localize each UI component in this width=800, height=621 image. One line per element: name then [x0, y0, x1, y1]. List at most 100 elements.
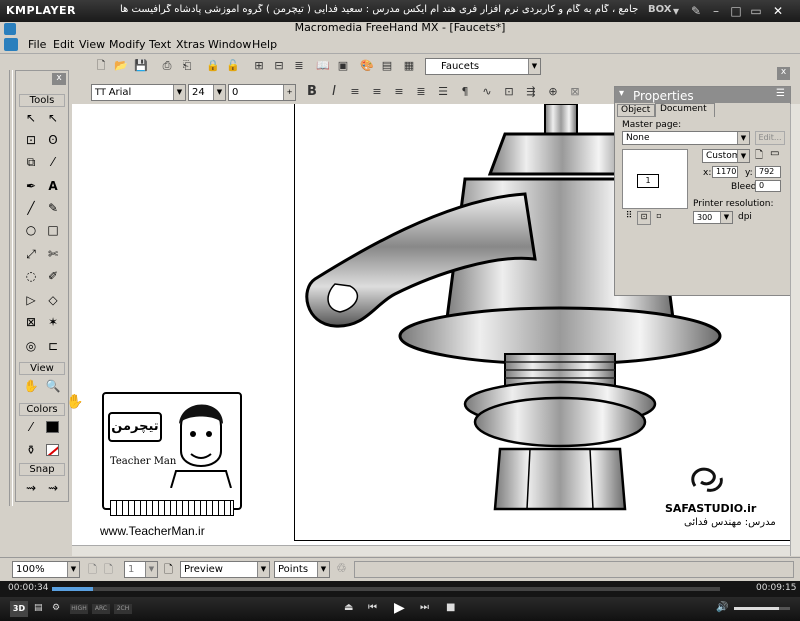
- menu-window[interactable]: Window: [208, 38, 251, 51]
- envelope-icon[interactable]: ⊠: [22, 313, 40, 331]
- fill-text-icon[interactable]: ⊠: [566, 83, 584, 101]
- freeform-icon[interactable]: ◌: [22, 267, 40, 285]
- menu-edit[interactable]: Edit: [53, 38, 74, 51]
- pointer-icon[interactable]: ↖: [22, 109, 40, 127]
- panel-options-icon[interactable]: ☰: [776, 88, 785, 99]
- extrude-icon[interactable]: ▷: [22, 291, 40, 309]
- stroke-color-icon[interactable]: ⁄: [22, 418, 40, 436]
- menu-file[interactable]: File: [28, 38, 46, 51]
- hand-icon[interactable]: ✋: [22, 377, 40, 395]
- subselect-icon[interactable]: ↖: [44, 109, 62, 127]
- snap-point-icon[interactable]: ⇝: [22, 479, 40, 497]
- view-mode-select[interactable]: Preview ▼: [180, 561, 270, 578]
- page-nav-icon[interactable]: 🗋: [104, 561, 113, 580]
- x-field[interactable]: 1170: [712, 166, 738, 178]
- next-page-icon[interactable]: 🗋: [164, 561, 173, 580]
- remove-page-icon[interactable]: ▫: [652, 211, 666, 225]
- convert-outlines-icon[interactable]: ⊡: [500, 83, 518, 101]
- page-tool-icon[interactable]: ⊡: [22, 131, 40, 149]
- menu-icon[interactable]: ▾: [668, 3, 684, 19]
- trace-icon[interactable]: ⧉: [22, 153, 40, 171]
- tab-object[interactable]: Object: [617, 104, 655, 117]
- y-field[interactable]: 792: [755, 166, 781, 178]
- bleed-field[interactable]: 0: [755, 180, 781, 192]
- font-select[interactable]: TT Arial ▼: [91, 84, 186, 101]
- page-select[interactable]: 1 ▼: [124, 561, 158, 578]
- swatches-icon[interactable]: ▤: [378, 57, 396, 75]
- add-page-icon[interactable]: ⠿: [622, 211, 636, 225]
- transform-icon[interactable]: ⊟: [270, 57, 288, 75]
- rectangle-icon[interactable]: □: [44, 221, 62, 239]
- next-icon[interactable]: ⏭: [420, 602, 429, 613]
- landscape-icon[interactable]: ▭: [770, 148, 779, 159]
- brush-icon[interactable]: ✐: [44, 267, 62, 285]
- page-size-select[interactable]: Custom ▼: [702, 149, 750, 163]
- library-icon[interactable]: 📖: [314, 57, 332, 75]
- columns-icon[interactable]: ☰: [434, 83, 452, 101]
- new-icon[interactable]: 🗋: [92, 57, 110, 75]
- page-thumbnail[interactable]: 1: [622, 149, 688, 209]
- eject-icon[interactable]: ⏏: [344, 602, 353, 613]
- pin-icon[interactable]: ✎: [688, 3, 704, 19]
- line-icon[interactable]: ╱: [22, 199, 40, 217]
- scale-icon[interactable]: ⤢: [22, 245, 40, 263]
- menu-xtras[interactable]: Xtras: [176, 38, 205, 51]
- pencil-icon[interactable]: ✎: [44, 199, 62, 217]
- maximize-icon[interactable]: ▭: [748, 3, 764, 19]
- unlock-icon[interactable]: 🔓: [224, 57, 242, 75]
- screen-icon[interactable]: ▦: [400, 57, 418, 75]
- align-icon[interactable]: ⊞: [250, 57, 268, 75]
- align-right-icon[interactable]: ≡: [390, 83, 408, 101]
- ellipse-icon[interactable]: ○: [22, 221, 40, 239]
- menu-view[interactable]: View: [79, 38, 105, 51]
- attach-path-icon[interactable]: ∿: [478, 83, 496, 101]
- pen-icon[interactable]: ✒: [22, 177, 40, 195]
- font-size-select[interactable]: 24 ▼: [188, 84, 226, 101]
- open-icon[interactable]: 📂: [112, 57, 130, 75]
- snap-guide-icon[interactable]: ⇝: [44, 479, 62, 497]
- lock-icon[interactable]: 🔒: [204, 57, 222, 75]
- text-editor-icon[interactable]: ¶: [456, 83, 474, 101]
- save-icon[interactable]: 💾: [132, 57, 150, 75]
- edit-button[interactable]: Edit...: [755, 131, 785, 145]
- minimize-icon[interactable]: –: [708, 3, 724, 19]
- text-wrap-icon[interactable]: ⊕: [544, 83, 562, 101]
- bold-icon[interactable]: B: [303, 83, 321, 101]
- tools-close-icon[interactable]: x: [52, 73, 66, 85]
- leading-field[interactable]: 0 +: [228, 84, 296, 101]
- perspective-icon[interactable]: ◇: [44, 291, 62, 309]
- styles-icon[interactable]: ▣: [334, 57, 352, 75]
- printer-resolution-select[interactable]: 300 ▼: [693, 211, 733, 224]
- restore-icon[interactable]: □: [728, 3, 744, 19]
- list-icon[interactable]: ▤: [34, 603, 43, 613]
- horizontal-scrollbar[interactable]: [72, 545, 790, 556]
- master-page-select[interactable]: None ▼: [622, 131, 750, 145]
- align-left-icon[interactable]: ≡: [346, 83, 364, 101]
- recycle-icon[interactable]: ♲: [336, 561, 347, 575]
- previous-icon[interactable]: ⏮: [368, 602, 377, 613]
- link-text-icon[interactable]: ⇶: [522, 83, 540, 101]
- import-icon[interactable]: ⎙: [158, 57, 176, 75]
- zoom-icon[interactable]: 🔍: [44, 377, 62, 395]
- justify-icon[interactable]: ≣: [412, 83, 430, 101]
- graphic-hose-icon[interactable]: ✶: [44, 313, 62, 331]
- fill-swatch[interactable]: [46, 444, 59, 456]
- lasso-icon[interactable]: ʘ: [44, 131, 62, 149]
- settings-icon[interactable]: ⚙: [52, 603, 60, 613]
- stop-icon[interactable]: ■: [446, 602, 455, 613]
- menu-modify[interactable]: Modify: [109, 38, 145, 51]
- menu-text[interactable]: Text: [149, 38, 171, 51]
- dock-handle[interactable]: [9, 70, 13, 506]
- vertical-scrollbar[interactable]: [790, 104, 800, 556]
- high-button[interactable]: HIGH: [70, 604, 88, 614]
- stroke-swatch[interactable]: [46, 421, 59, 433]
- eyedropper-icon[interactable]: ⁄: [44, 153, 62, 171]
- collapse-icon[interactable]: ▾: [619, 88, 624, 99]
- chart-icon[interactable]: ◎: [22, 337, 40, 355]
- connector-icon[interactable]: ⊏: [44, 337, 62, 355]
- italic-icon[interactable]: I: [325, 83, 343, 101]
- zoom-select[interactable]: 100% ▼: [12, 561, 80, 578]
- play-icon[interactable]: ▶: [394, 600, 405, 616]
- fill-color-icon[interactable]: ⚱: [22, 441, 40, 459]
- arc-button[interactable]: ARC: [92, 604, 110, 614]
